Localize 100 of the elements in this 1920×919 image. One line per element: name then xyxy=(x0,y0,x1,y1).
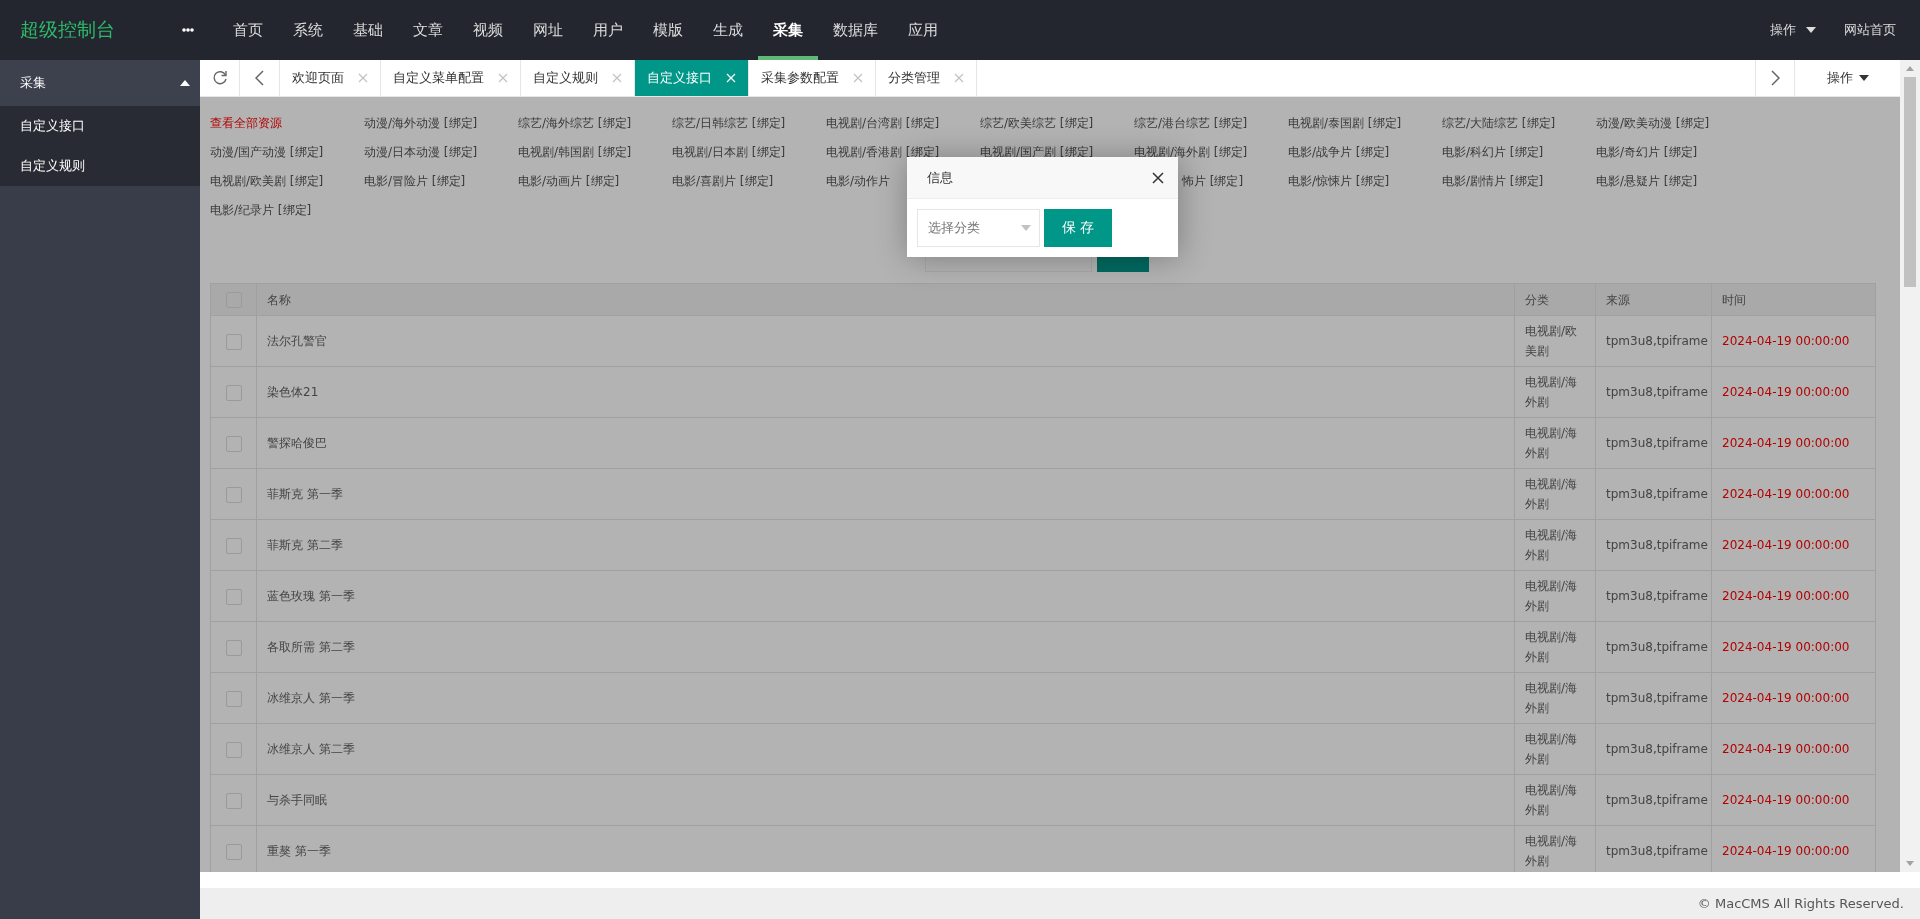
sidebar-item[interactable]: 自定义规则 xyxy=(0,146,200,186)
tab[interactable]: 自定义菜单配置 xyxy=(381,60,521,96)
category-link[interactable]: 电视剧/台湾剧 [绑定] xyxy=(826,116,940,130)
tab[interactable]: 采集参数配置 xyxy=(749,60,876,96)
chevron-left-icon xyxy=(255,70,264,86)
copyright-text: © MacCMS All Rights Reserved. xyxy=(1697,896,1904,911)
nav-item[interactable]: 首页 xyxy=(218,0,278,60)
nav-item[interactable]: 系统 xyxy=(278,0,338,60)
checkbox[interactable] xyxy=(225,384,242,401)
save-button[interactable]: 保 存 xyxy=(1044,209,1112,247)
category-cell: 电视剧/欧美剧 xyxy=(1525,324,1578,358)
checkbox[interactable] xyxy=(225,639,242,656)
name-cell: 警探哈俊巴 xyxy=(267,436,327,450)
source-cell: tpm3u8,tpiframe xyxy=(1606,487,1708,501)
source-cell: tpm3u8,tpiframe xyxy=(1606,844,1708,858)
sidebar-item[interactable]: 自定义接口 xyxy=(0,106,200,146)
checkbox[interactable] xyxy=(225,435,242,452)
checkbox[interactable] xyxy=(225,843,242,860)
time-cell: 2024-04-19 00:00:00 xyxy=(1722,334,1850,348)
nav-item[interactable]: 数据库 xyxy=(818,0,893,60)
time-cell: 2024-04-19 00:00:00 xyxy=(1722,640,1850,654)
close-icon[interactable] xyxy=(1152,171,1164,184)
category-link[interactable]: 电视剧/香港剧 [绑定] xyxy=(826,145,940,159)
checkbox[interactable] xyxy=(225,588,242,605)
time-cell: 2024-04-19 00:00:00 xyxy=(1722,385,1850,399)
category-cell: 电视剧/海外剧 xyxy=(1525,732,1578,766)
chevron-right-icon xyxy=(1770,70,1780,86)
category-link[interactable]: 动漫/欧美动漫 [绑定] xyxy=(1596,116,1710,130)
time-cell: 2024-04-19 00:00:00 xyxy=(1722,589,1850,603)
category-link[interactable]: 电视剧/日本剧 [绑定] xyxy=(672,145,786,159)
source-cell: tpm3u8,tpiframe xyxy=(1606,436,1708,450)
category-link[interactable]: 电影/战争片 [绑定] xyxy=(1288,145,1390,159)
nav-item[interactable]: 网址 xyxy=(518,0,578,60)
column-header: 来源 xyxy=(1606,292,1630,307)
category-cell: 电视剧/海外剧 xyxy=(1525,834,1578,868)
category-cell: 电视剧/海外剧 xyxy=(1525,681,1578,715)
category-link[interactable]: 综艺/大陆综艺 [绑定] xyxy=(1442,116,1556,130)
name-cell: 与杀手同眠 xyxy=(267,793,327,807)
checkbox[interactable] xyxy=(225,537,242,554)
category-link[interactable]: 综艺/港台综艺 [绑定] xyxy=(1134,116,1248,130)
nav-item[interactable]: 生成 xyxy=(698,0,758,60)
source-cell: tpm3u8,tpiframe xyxy=(1606,742,1708,756)
nav-item[interactable]: 应用 xyxy=(893,0,953,60)
category-link[interactable]: 电影/悬疑片 [绑定] xyxy=(1596,174,1698,188)
category-link[interactable]: 电影/纪录片 [绑定] xyxy=(210,203,312,217)
nav-item[interactable]: 基础 xyxy=(338,0,398,60)
tab-actions-menu[interactable]: 操作 xyxy=(1795,60,1900,96)
category-link[interactable]: 电视剧/国产剧 [绑定] xyxy=(980,145,1094,159)
category-link[interactable]: 电视剧/海外剧 [绑定] xyxy=(1134,145,1248,159)
tab[interactable]: 自定义接口 xyxy=(635,60,749,96)
category-link[interactable]: 电影/惊悚片 [绑定] xyxy=(1288,174,1390,188)
name-cell: 法尔孔警官 xyxy=(267,334,327,348)
time-cell: 2024-04-19 00:00:00 xyxy=(1722,538,1850,552)
tab[interactable]: 欢迎页面 xyxy=(280,60,381,96)
checkbox[interactable] xyxy=(225,792,242,809)
category-link[interactable]: 动漫/日本动漫 [绑定] xyxy=(364,145,478,159)
category-link[interactable]: 电视剧/泰国剧 [绑定] xyxy=(1288,116,1402,130)
column-header: 时间 xyxy=(1722,292,1746,307)
nav-item[interactable]: 模版 xyxy=(638,0,698,60)
checkbox[interactable] xyxy=(225,741,242,758)
time-cell: 2024-04-19 00:00:00 xyxy=(1722,742,1850,756)
category-link[interactable]: 电影/动画片 [绑定] xyxy=(518,174,620,188)
dialog-title: 信息 xyxy=(927,168,953,187)
category-link[interactable]: 电视剧/欧美剧 [绑定] xyxy=(210,174,324,188)
category-link[interactable]: 电影/喜剧片 [绑定] xyxy=(672,174,774,188)
nav-item[interactable]: 视频 xyxy=(458,0,518,60)
category-cell: 电视剧/海外剧 xyxy=(1525,579,1578,613)
tab[interactable]: 分类管理 xyxy=(876,60,977,96)
scrollbar[interactable] xyxy=(1900,60,1920,872)
category-cell: 电视剧/海外剧 xyxy=(1525,426,1578,460)
source-cell: tpm3u8,tpiframe xyxy=(1606,640,1708,654)
actions-menu[interactable]: 操作 xyxy=(1748,21,1838,39)
category-link[interactable]: 电影/冒险片 [绑定] xyxy=(364,174,466,188)
nav-item[interactable]: 用户 xyxy=(578,0,638,60)
category-link[interactable]: 动漫/海外动漫 [绑定] xyxy=(364,116,478,130)
category-link[interactable]: 怖片 [绑定] xyxy=(1182,174,1244,188)
scroll-right-button[interactable] xyxy=(1755,60,1795,96)
category-cell: 电视剧/海外剧 xyxy=(1525,630,1578,664)
category-link[interactable]: 综艺/海外综艺 [绑定] xyxy=(518,116,632,130)
category-link[interactable]: 电影/科幻片 [绑定] xyxy=(1442,145,1544,159)
category-link[interactable]: 电影/奇幻片 [绑定] xyxy=(1596,145,1698,159)
home-link[interactable]: 网站首页 xyxy=(1838,21,1920,39)
category-cell: 电视剧/海外剧 xyxy=(1525,528,1578,562)
category-link[interactable]: 查看全部资源 xyxy=(210,116,282,130)
category-link[interactable]: 综艺/日韩综艺 [绑定] xyxy=(672,116,786,130)
checkbox[interactable] xyxy=(225,486,242,503)
category-link[interactable]: 动漫/国产动漫 [绑定] xyxy=(210,145,324,159)
name-cell: 染色体21 xyxy=(267,385,319,399)
checkbox[interactable] xyxy=(225,333,242,350)
category-link[interactable]: 综艺/欧美综艺 [绑定] xyxy=(980,116,1094,130)
caret-icon xyxy=(1858,75,1869,81)
category-select[interactable]: 选择分类 xyxy=(917,209,1040,247)
checkbox[interactable] xyxy=(225,690,242,707)
nav-item[interactable]: 文章 xyxy=(398,0,458,60)
category-link[interactable]: 电视剧/韩国剧 [绑定] xyxy=(518,145,632,159)
caret-icon xyxy=(1021,225,1031,231)
sidebar-group[interactable]: 采集 xyxy=(0,60,200,106)
source-cell: tpm3u8,tpiframe xyxy=(1606,589,1708,603)
category-link[interactable]: 电影/剧情片 [绑定] xyxy=(1442,174,1544,188)
category-link[interactable]: 电影/动作片 xyxy=(826,174,891,188)
